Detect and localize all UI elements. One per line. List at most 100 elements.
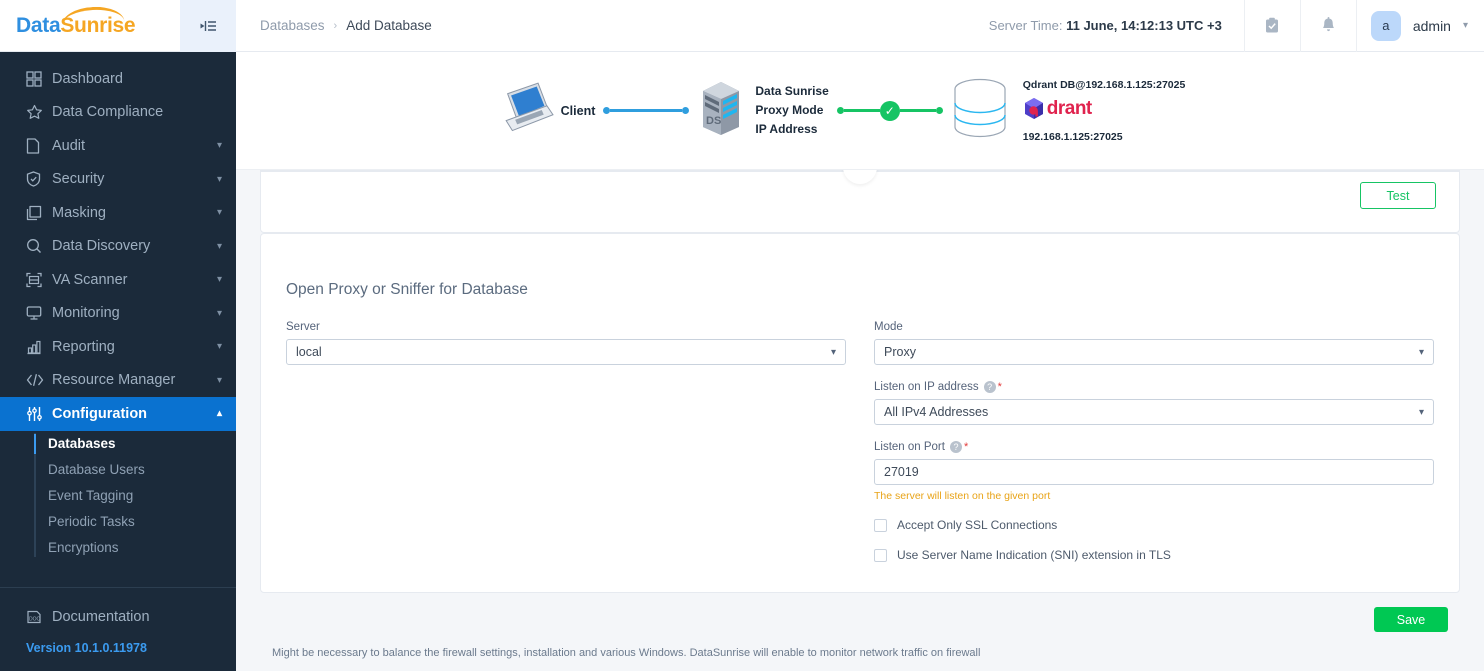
- sidebar-collapse-button[interactable]: [180, 0, 236, 52]
- listen-port-hint: The server will listen on the given port: [874, 490, 1051, 502]
- listen-ip-select[interactable]: All IPv4 Addresses ▾: [874, 399, 1434, 425]
- user-menu[interactable]: a admin ▾: [1355, 0, 1484, 52]
- ssl-checkbox-label: Accept Only SSL Connections: [897, 518, 1058, 532]
- sidebar: DataSunrise Dashboard Data Compliance Au…: [0, 0, 236, 671]
- sidebar-item-masking[interactable]: Masking ▾: [0, 196, 236, 230]
- star-icon: [26, 104, 52, 120]
- sidebar-subitem-label: Databases: [48, 436, 116, 451]
- sidebar-item-data-discovery[interactable]: Data Discovery ▾: [0, 230, 236, 264]
- mode-field: Mode Proxy ▾: [874, 321, 1434, 365]
- sidebar-item-data-compliance[interactable]: Data Compliance: [0, 96, 236, 130]
- sidebar-item-reporting[interactable]: Reporting ▾: [0, 330, 236, 364]
- listen-port-label: Listen on Port ? *: [874, 441, 1434, 453]
- svg-text:DOC: DOC: [29, 617, 41, 623]
- grid-icon: [26, 71, 52, 87]
- scan-icon: [26, 272, 52, 288]
- svg-text:DS: DS: [706, 115, 721, 127]
- logo-area: DataSunrise: [0, 0, 236, 52]
- sidebar-subitem-label: Database Users: [48, 462, 145, 477]
- main-area: Databases › Add Database Server Time: 11…: [236, 0, 1484, 671]
- help-icon[interactable]: ?: [949, 441, 962, 453]
- sidebar-subitem-label: Encryptions: [48, 540, 119, 555]
- listen-port-field: Listen on Port ? * 27019 The server will…: [874, 441, 1434, 502]
- logo-arc-decoration: [61, 4, 125, 25]
- bar-chart-icon: [26, 339, 52, 355]
- breadcrumb-separator-icon: ›: [333, 19, 338, 32]
- help-icon[interactable]: ?: [983, 381, 996, 393]
- server-select[interactable]: local ▾: [286, 339, 846, 365]
- breadcrumb-databases[interactable]: Databases: [260, 18, 325, 33]
- chevron-down-icon: ▾: [216, 240, 222, 252]
- documentation-link[interactable]: DOC Documentation: [0, 602, 236, 632]
- chevron-down-icon: ▾: [216, 140, 222, 152]
- ssl-checkbox-row[interactable]: Accept Only SSL Connections: [874, 518, 1434, 532]
- save-row: Save: [248, 593, 1472, 632]
- client-laptop-icon: [499, 82, 555, 139]
- sni-checkbox[interactable]: [874, 548, 887, 562]
- chevron-down-icon: ▾: [1418, 406, 1424, 418]
- chevron-down-icon: ▾: [830, 346, 836, 358]
- sidebar-item-security[interactable]: Security ▾: [0, 163, 236, 197]
- qdrant-mark-icon: [1023, 97, 1045, 121]
- sidebar-item-label: Dashboard: [52, 70, 123, 87]
- collapse-section-button[interactable]: [843, 170, 877, 184]
- mode-select[interactable]: Proxy ▾: [874, 339, 1434, 365]
- sidebar-item-configuration[interactable]: Configuration ▴: [0, 397, 236, 431]
- proxy-sniffer-card: Open Proxy or Sniffer for Database Serve…: [260, 233, 1460, 593]
- server-select-value: local: [296, 345, 322, 359]
- sidebar-item-label: Resource Manager: [52, 372, 176, 389]
- save-button[interactable]: Save: [1374, 607, 1448, 632]
- sidebar-item-label: Data Discovery: [52, 238, 151, 255]
- chevron-down-icon: ▾: [216, 307, 222, 319]
- clipboard-check-icon: [1266, 17, 1279, 33]
- server-time-value: 11 June, 14:12:13 UTC +3: [1066, 18, 1222, 33]
- proxy-label-0: Data Sunrise: [755, 84, 829, 98]
- chevron-down-icon: ▾: [1462, 20, 1468, 31]
- chevron-down-icon: ▾: [216, 374, 222, 386]
- sidebar-item-label: Masking: [52, 204, 106, 221]
- sidebar-item-label: VA Scanner: [52, 271, 128, 288]
- listen-port-label-text: Listen on Port: [874, 441, 945, 453]
- mode-label: Mode: [874, 321, 1434, 333]
- chevron-down-icon: ▾: [1418, 346, 1424, 358]
- tasks-button[interactable]: [1243, 0, 1300, 52]
- chevron-up-icon: ▴: [216, 408, 222, 420]
- sidebar-subitem-label: Event Tagging: [48, 488, 134, 503]
- ssl-checkbox[interactable]: [874, 518, 887, 532]
- form-columns: Server local ▾ Mode Proxy ▾ Listen on IP…: [286, 321, 1434, 562]
- qdrant-wordmark: drant: [1046, 97, 1093, 119]
- listen-ip-select-value: All IPv4 Addresses: [884, 405, 989, 419]
- shield-check-icon: [26, 171, 52, 187]
- app-root: DataSunrise Dashboard Data Compliance Au…: [0, 0, 1484, 671]
- server-label-text: Server: [286, 321, 320, 333]
- database-cylinder-icon: [951, 77, 1009, 144]
- notifications-button[interactable]: [1299, 0, 1356, 52]
- sidebar-item-encryptions[interactable]: Encryptions: [26, 535, 236, 561]
- datasunrise-logo[interactable]: DataSunrise: [16, 4, 136, 38]
- doc-icon: DOC: [26, 609, 52, 625]
- link-dot: [603, 107, 611, 114]
- chevron-down-icon: ▾: [216, 207, 222, 219]
- sidebar-item-databases[interactable]: Databases: [26, 431, 236, 457]
- sidebar-item-database-users[interactable]: Database Users: [26, 457, 236, 483]
- sidebar-item-va-scanner[interactable]: VA Scanner ▾: [0, 263, 236, 297]
- test-connection-button[interactable]: Test: [1360, 182, 1436, 209]
- sidebar-item-label: Audit: [52, 137, 86, 154]
- sidebar-item-dashboard[interactable]: Dashboard: [0, 62, 236, 96]
- datasunrise-server-icon: DS: [697, 77, 745, 144]
- breadcrumb: Databases › Add Database: [236, 18, 432, 33]
- required-marker: *: [963, 441, 969, 453]
- mode-select-value: Proxy: [884, 345, 916, 359]
- listen-ip-field: Listen on IP address ? * All IPv4 Addres…: [874, 381, 1434, 425]
- sidebar-item-event-tagging[interactable]: Event Tagging: [26, 483, 236, 509]
- topbar-right: Server Time: 11 June, 14:12:13 UTC +3 a …: [989, 0, 1484, 52]
- connection-diagram: Client DS Data Sunrise Proxy Mode IP Add…: [236, 52, 1484, 170]
- listen-port-input[interactable]: 27019: [874, 459, 1434, 485]
- sidebar-item-periodic-tasks[interactable]: Periodic Tasks: [26, 509, 236, 535]
- sni-checkbox-row[interactable]: Use Server Name Indication (SNI) extensi…: [874, 548, 1434, 562]
- document-icon: [26, 138, 52, 154]
- sidebar-item-monitoring[interactable]: Monitoring ▾: [0, 297, 236, 331]
- form-column-right: Mode Proxy ▾ Listen on IP address ? * Al…: [874, 321, 1434, 562]
- sidebar-item-audit[interactable]: Audit ▾: [0, 129, 236, 163]
- sidebar-item-resource-manager[interactable]: Resource Manager ▾: [0, 364, 236, 398]
